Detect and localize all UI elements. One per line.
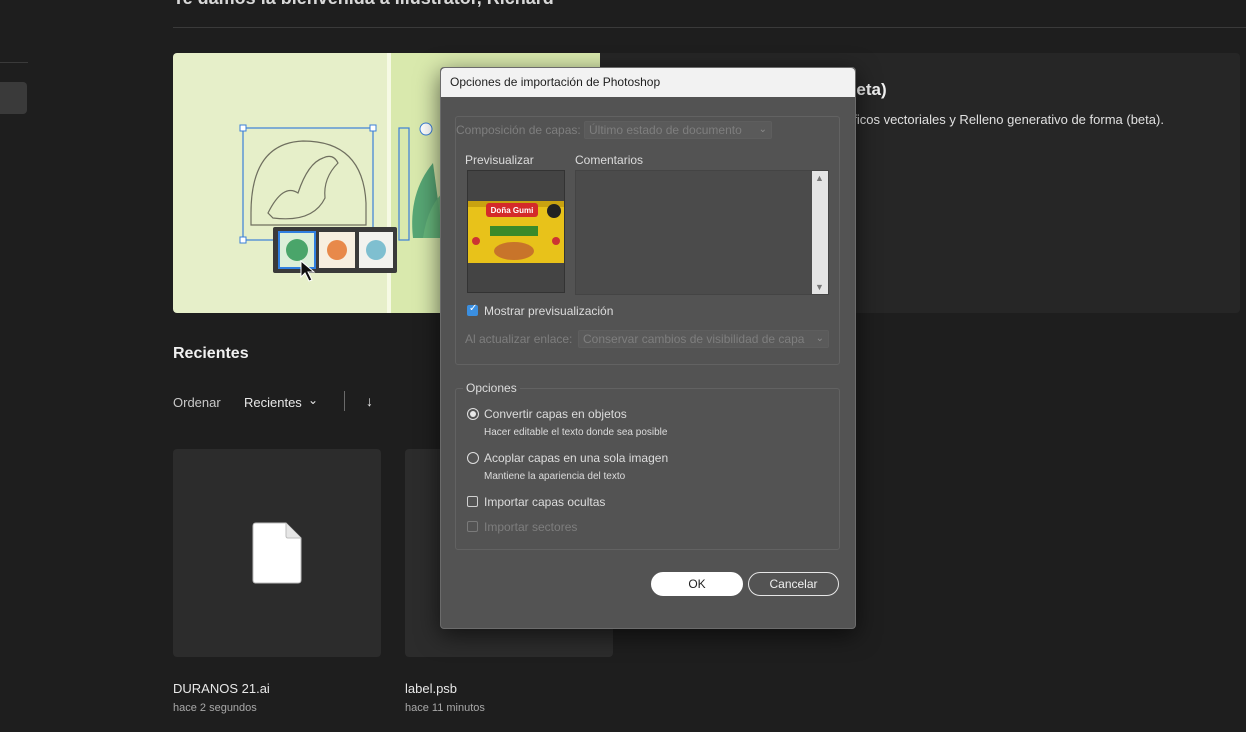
flatten-layers-label[interactable]: Acoplar capas en una sola imagen [484, 451, 668, 465]
convert-layers-radio[interactable] [467, 408, 479, 420]
file-card-duranos[interactable] [173, 449, 381, 657]
comments-label: Comentarios [575, 153, 644, 167]
convert-layers-hint: Hacer editable el texto donde sea posibl… [484, 427, 668, 438]
welcome-heading: Te damos la bienvenida a Illustrator, Ri… [173, 0, 554, 9]
flatten-layers-radio[interactable] [467, 452, 479, 464]
banner-description: áficos vectoriales y Relleno generativo … [846, 112, 1164, 127]
sort-divider [344, 391, 345, 411]
preview-brand-text: Doña Gumi [491, 206, 534, 215]
sidebar-divider [0, 62, 28, 63]
update-link-select[interactable]: Conservar cambios de visibilidad de capa… [578, 330, 829, 348]
photoshop-import-options-dialog: Opciones de importación de Photoshop Com… [440, 67, 856, 629]
scroll-up-icon[interactable]: ▲ [815, 173, 824, 183]
file-name[interactable]: DURANOS 21.ai [173, 681, 270, 696]
import-slices-label: Importar sectores [484, 520, 578, 534]
chevron-down-icon: ⌄ [758, 124, 767, 135]
sort-direction-icon[interactable]: ↓ [366, 393, 373, 409]
document-icon [252, 522, 302, 584]
sidebar-item-selected[interactable] [0, 82, 27, 114]
recents-heading: Recientes [173, 345, 249, 362]
comments-area[interactable]: ▲ ▼ [575, 170, 829, 295]
file-time: hace 11 minutos [405, 702, 485, 714]
divider [173, 27, 1246, 28]
layer-comp-label: Composición de capas: [456, 123, 585, 137]
import-hidden-layers-label[interactable]: Importar capas ocultas [484, 495, 605, 509]
sort-label: Ordenar [173, 395, 221, 410]
update-link-label: Al actualizar enlace: [465, 332, 573, 346]
convert-layers-label[interactable]: Convertir capas en objetos [484, 407, 627, 421]
import-slices-checkbox [467, 521, 478, 532]
layer-comp-value: Último estado de documento [589, 123, 742, 137]
flatten-layers-hint: Mantiene la apariencia del texto [484, 471, 626, 482]
dialog-titlebar[interactable]: Opciones de importación de Photoshop [441, 68, 855, 97]
show-preview-checkbox[interactable] [467, 303, 478, 316]
preview-image: Doña Gumi [468, 201, 564, 263]
update-link-value: Conservar cambios de visibilidad de capa [583, 332, 805, 346]
chevron-down-icon: ⌄ [815, 333, 824, 344]
comments-scrollbar[interactable]: ▲ ▼ [812, 171, 828, 294]
sort-dropdown[interactable]: Recientes [244, 395, 302, 410]
file-name[interactable]: label.psb [405, 681, 457, 696]
preview-label: Previsualizar [465, 153, 534, 167]
ok-button[interactable]: OK [651, 572, 743, 596]
dialog-title: Opciones de importación de Photoshop [450, 75, 661, 89]
show-preview-label[interactable]: Mostrar previsualización [484, 304, 613, 318]
scroll-down-icon[interactable]: ▼ [815, 282, 824, 292]
file-time: hace 2 segundos [173, 702, 257, 714]
import-hidden-layers-checkbox[interactable] [467, 496, 478, 507]
cancel-button[interactable]: Cancelar [748, 572, 839, 596]
layer-comp-select[interactable]: Último estado de documento ⌄ [584, 121, 772, 139]
preview-thumbnail: Doña Gumi [467, 170, 565, 293]
chevron-down-icon[interactable]: ⌄ [308, 393, 318, 407]
options-label: Opciones [463, 381, 520, 395]
